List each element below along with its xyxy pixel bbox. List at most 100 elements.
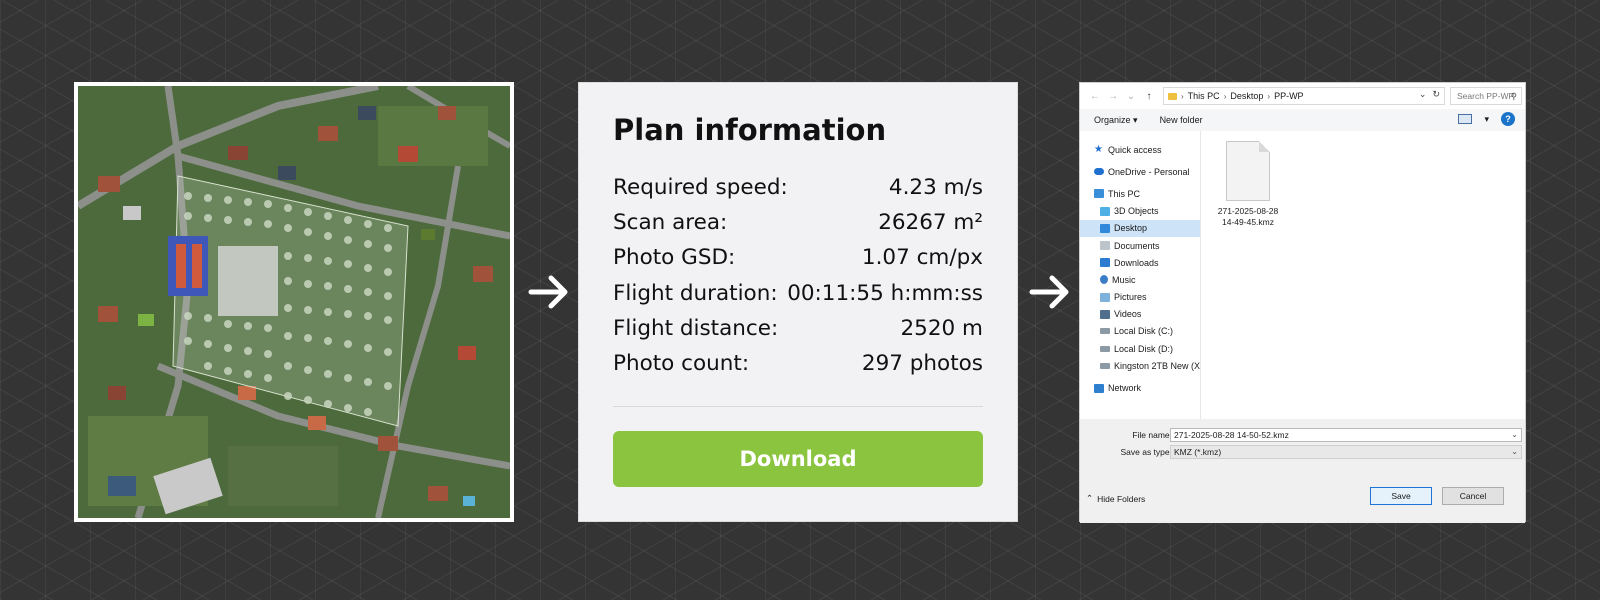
nav-label: Quick access bbox=[1108, 144, 1162, 155]
help-icon[interactable]: ? bbox=[1501, 112, 1515, 126]
breadcrumb-desktop[interactable]: Desktop bbox=[1230, 91, 1263, 101]
survey-map bbox=[74, 82, 514, 522]
save-as-dialog: ← → ⌄ ↑ › This PC › Desktop › PP-WP ⌄ ↻ … bbox=[1079, 82, 1526, 523]
save-type-row: Save as type: KMZ (*.kmz) ⌄ bbox=[1080, 444, 1525, 459]
file-name-value: 271-2025-08-28 14-50-52.kmz bbox=[1174, 429, 1289, 440]
info-label: Required speed: bbox=[613, 175, 788, 200]
nav-label: Music bbox=[1112, 274, 1136, 285]
file-name-input[interactable]: 271-2025-08-28 14-50-52.kmz ⌄ bbox=[1170, 427, 1522, 442]
plan-information-panel: Plan information Required speed: 4.23 m/… bbox=[578, 82, 1018, 522]
chevron-down-icon[interactable]: ⌄ bbox=[1419, 89, 1427, 100]
new-folder-button[interactable]: New folder bbox=[1160, 115, 1203, 125]
navigation-pane: ★ Quick access OneDrive - Personal This … bbox=[1080, 131, 1200, 419]
address-bar[interactable]: › This PC › Desktop › PP-WP ⌄ ↻ bbox=[1163, 87, 1445, 105]
nav-label: 3D Objects bbox=[1114, 206, 1159, 217]
nav-desktop[interactable]: Desktop bbox=[1080, 219, 1200, 237]
cancel-button[interactable]: Cancel bbox=[1442, 487, 1504, 505]
search-placeholder: Search PP-WP bbox=[1457, 91, 1515, 101]
refresh-icon[interactable]: ↻ bbox=[1432, 89, 1440, 100]
cloud-icon bbox=[1094, 168, 1104, 176]
nav-local-disk-d[interactable]: Local Disk (D:) bbox=[1080, 340, 1200, 357]
nav-documents[interactable]: Documents bbox=[1080, 237, 1200, 254]
info-label: Photo GSD: bbox=[613, 245, 736, 271]
nav-network[interactable]: Network bbox=[1080, 379, 1200, 396]
info-row-photo-gsd: Photo GSD: 1.07 cm/px bbox=[613, 245, 983, 280]
nav-quick-access[interactable]: ★ Quick access bbox=[1080, 141, 1200, 158]
info-label: Flight duration: bbox=[613, 280, 778, 306]
file-name-row: File name: 271-2025-08-28 14-50-52.kmz ⌄ bbox=[1080, 427, 1525, 442]
desktop-icon bbox=[1100, 223, 1110, 233]
nav-label: Network bbox=[1108, 383, 1142, 394]
info-label: Flight distance: bbox=[613, 315, 779, 341]
network-icon bbox=[1094, 383, 1104, 393]
back-arrow-icon[interactable]: ← bbox=[1086, 91, 1104, 102]
nav-label: Pictures bbox=[1114, 292, 1147, 303]
cube-icon bbox=[1100, 206, 1110, 216]
nav-onedrive[interactable]: OneDrive - Personal bbox=[1080, 163, 1200, 180]
hide-folders-button[interactable]: ⌃ Hide Folders bbox=[1086, 493, 1145, 504]
download-icon bbox=[1100, 258, 1110, 268]
forward-arrow-icon[interactable]: → bbox=[1104, 91, 1122, 102]
plan-title: Plan information bbox=[613, 113, 887, 147]
breadcrumb-pp-wp[interactable]: PP-WP bbox=[1274, 91, 1304, 101]
nav-label: Documents bbox=[1114, 240, 1160, 251]
save-type-label: Save as type: bbox=[1120, 446, 1172, 457]
nav-label: Desktop bbox=[1114, 223, 1148, 234]
nav-local-disk-c[interactable]: Local Disk (C:) bbox=[1080, 323, 1200, 340]
save-button[interactable]: Save bbox=[1370, 487, 1432, 505]
file-name-label: File name: bbox=[1132, 429, 1172, 440]
nav-label: Kingston 2TB New (X: bbox=[1114, 360, 1200, 371]
divider bbox=[613, 406, 983, 408]
chevron-up-icon: ⌃ bbox=[1086, 493, 1094, 503]
nav-this-pc[interactable]: This PC bbox=[1080, 185, 1200, 202]
computer-icon bbox=[1094, 189, 1104, 199]
document-icon bbox=[1100, 241, 1110, 251]
file-name-line1: 271-2025-08-28 bbox=[1217, 206, 1279, 216]
info-row-flight-distance: Flight distance: 2520 m bbox=[613, 316, 983, 351]
up-arrow-icon[interactable]: ↑ bbox=[1140, 91, 1158, 102]
star-icon: ★ bbox=[1094, 144, 1103, 156]
nav-pictures[interactable]: Pictures bbox=[1080, 289, 1200, 306]
save-type-value: KMZ (*.kmz) bbox=[1174, 446, 1222, 457]
aerial-survey-map bbox=[78, 86, 510, 518]
info-label: Photo count: bbox=[613, 350, 750, 376]
disk-icon bbox=[1100, 345, 1110, 352]
music-icon bbox=[1100, 275, 1108, 285]
info-value: 4.23 m/s bbox=[888, 175, 983, 200]
nav-label: This PC bbox=[1108, 188, 1141, 199]
file-item[interactable]: 271-2025-08-28 14-49-45.kmz bbox=[1214, 141, 1282, 228]
info-row-photo-count: Photo count: 297 photos bbox=[613, 351, 983, 386]
disk-icon bbox=[1100, 362, 1110, 369]
nav-downloads[interactable]: Downloads bbox=[1080, 254, 1200, 271]
save-type-select[interactable]: KMZ (*.kmz) ⌄ bbox=[1170, 444, 1522, 459]
search-input[interactable]: Search PP-WP ⚲ bbox=[1450, 87, 1522, 105]
file-name-line2: 14-49-45.kmz bbox=[1222, 217, 1274, 227]
download-button[interactable]: Download bbox=[613, 431, 983, 488]
arrow-right-icon bbox=[527, 272, 571, 312]
info-label: Scan area: bbox=[613, 210, 728, 236]
chevron-right-icon: › bbox=[1267, 91, 1271, 101]
nav-label: OneDrive - Personal bbox=[1108, 166, 1190, 177]
nav-videos[interactable]: Videos bbox=[1080, 306, 1200, 323]
address-row: ← → ⌄ ↑ › This PC › Desktop › PP-WP ⌄ ↻ … bbox=[1080, 83, 1525, 109]
info-value: 00:11:55 h:mm:ss bbox=[787, 280, 983, 306]
nav-3d-objects[interactable]: 3D Objects bbox=[1080, 203, 1200, 220]
hide-folders-label: Hide Folders bbox=[1097, 493, 1146, 504]
nav-label: Local Disk (C:) bbox=[1114, 326, 1174, 337]
organize-button[interactable]: Organize ▾ bbox=[1094, 115, 1138, 126]
nav-music[interactable]: Music bbox=[1080, 271, 1200, 288]
breadcrumb-this-pc[interactable]: This PC bbox=[1188, 91, 1220, 101]
view-dropdown-icon[interactable]: ▾ bbox=[1484, 114, 1489, 125]
info-value: 26267 m² bbox=[878, 210, 983, 236]
info-row-flight-duration: Flight duration: 00:11:55 h:mm:ss bbox=[613, 281, 983, 316]
view-options-icon[interactable] bbox=[1458, 114, 1473, 124]
recent-chevron-icon[interactable]: ⌄ bbox=[1122, 91, 1140, 102]
organize-label: Organize bbox=[1094, 114, 1131, 125]
chevron-down-icon[interactable]: ⌄ bbox=[1511, 429, 1518, 441]
info-row-scan-area: Scan area: 26267 m² bbox=[613, 210, 983, 245]
nav-kingston-drive[interactable]: Kingston 2TB New (X: bbox=[1080, 357, 1200, 374]
dialog-toolbar: Organize ▾ New folder ▾ ? bbox=[1080, 109, 1525, 131]
info-row-required-speed: Required speed: 4.23 m/s bbox=[613, 175, 983, 210]
info-value: 2520 m bbox=[900, 315, 984, 341]
pictures-icon bbox=[1100, 292, 1110, 302]
